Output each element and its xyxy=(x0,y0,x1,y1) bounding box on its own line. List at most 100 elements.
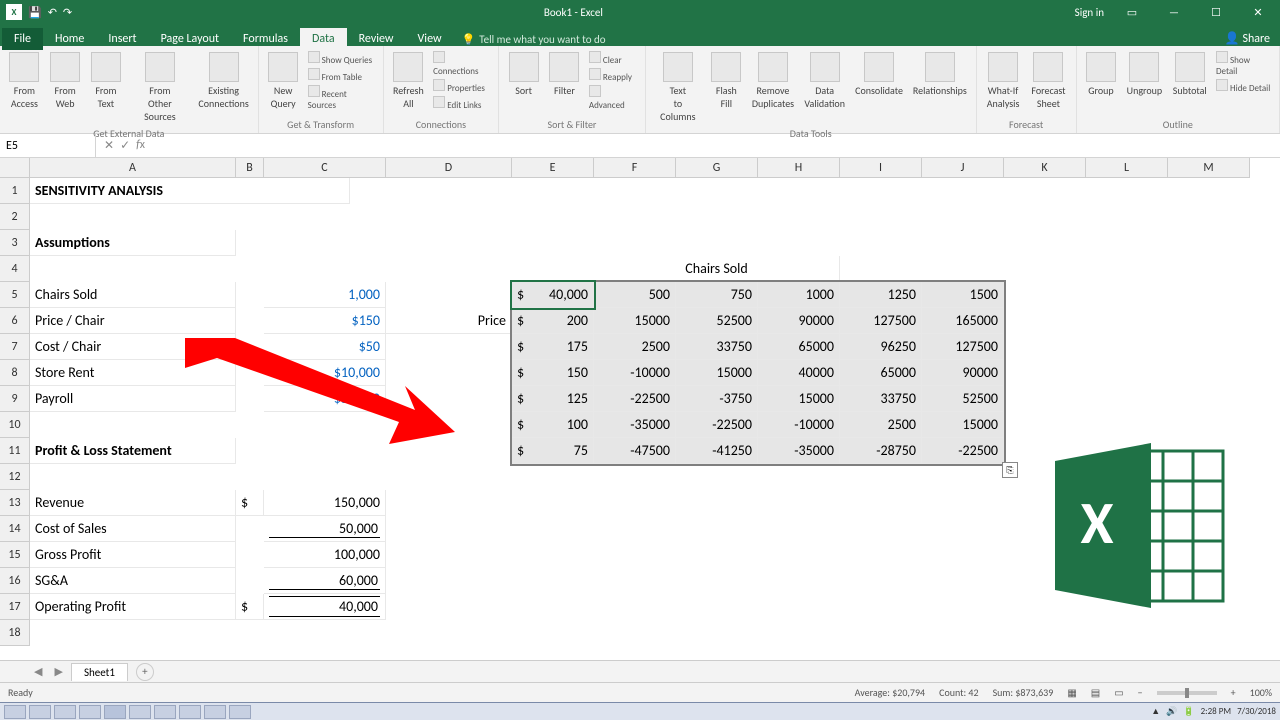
cell-G7[interactable]: 33750 xyxy=(676,334,758,360)
view-normal-icon[interactable]: ▦ xyxy=(1067,686,1076,699)
taskbar-app[interactable] xyxy=(29,705,51,719)
cell-G10[interactable]: -22500 xyxy=(676,412,758,438)
taskbar-app[interactable] xyxy=(154,705,176,719)
cell-A16[interactable]: SG&A xyxy=(30,568,236,594)
cell-I8[interactable]: 65000 xyxy=(840,360,922,386)
cell-H10[interactable]: -10000 xyxy=(758,412,840,438)
cell-A13[interactable]: Revenue xyxy=(30,490,236,516)
cell-I7[interactable]: 96250 xyxy=(840,334,922,360)
zoom-in-button[interactable]: + xyxy=(1231,686,1236,699)
row-header-4[interactable]: 4 xyxy=(0,256,30,282)
sheet-tab[interactable]: Sheet1 xyxy=(71,663,128,681)
cell-I9[interactable]: 33750 xyxy=(840,386,922,412)
row-header-5[interactable]: 5 xyxy=(0,282,30,308)
ribbon-btn-new-query[interactable]: NewQuery xyxy=(265,50,302,112)
row-header-9[interactable]: 9 xyxy=(0,386,30,412)
sheet-nav-prev[interactable]: ◀ xyxy=(30,665,46,678)
cell-C17[interactable]: 40,000 xyxy=(264,594,386,620)
cell-E5[interactable]: $40,000 xyxy=(512,282,594,308)
ribbon-btn-consolidate[interactable]: Consolidate xyxy=(852,50,906,99)
ribbon-small-connections[interactable]: Connections xyxy=(431,50,492,78)
cell-I5[interactable]: 1250 xyxy=(840,282,922,308)
ribbon-small-recent-sources[interactable]: Recent Sources xyxy=(306,84,377,112)
cell-G11[interactable]: -41250 xyxy=(676,438,758,464)
col-header-J[interactable]: J xyxy=(922,158,1004,178)
ribbon-btn-relationships[interactable]: Relationships xyxy=(910,50,970,99)
row-header-8[interactable]: 8 xyxy=(0,360,30,386)
row-header-2[interactable]: 2 xyxy=(0,204,30,230)
cell-B13[interactable]: $ xyxy=(236,490,264,516)
sheet-nav-next[interactable]: ▶ xyxy=(50,665,66,678)
ribbon-small-reapply[interactable]: Reapply xyxy=(587,67,639,84)
new-sheet-button[interactable]: + xyxy=(136,663,154,681)
cell-J5[interactable]: 1500 xyxy=(922,282,1004,308)
name-box[interactable]: E5 xyxy=(0,134,96,157)
cell-A3[interactable]: Assumptions xyxy=(30,230,236,256)
col-header-A[interactable]: A xyxy=(30,158,236,178)
cell-G8[interactable]: 15000 xyxy=(676,360,758,386)
taskbar-excel[interactable] xyxy=(104,705,126,719)
cell-F10[interactable]: -35000 xyxy=(594,412,676,438)
row-header-12[interactable]: 12 xyxy=(0,464,30,490)
cell-G5[interactable]: 750 xyxy=(676,282,758,308)
ribbon-btn-subtotal[interactable]: Subtotal xyxy=(1169,50,1210,99)
col-header-L[interactable]: L xyxy=(1086,158,1168,178)
taskbar-app[interactable] xyxy=(179,705,201,719)
ribbon-btn-group[interactable]: Group xyxy=(1083,50,1120,99)
cell-A7[interactable]: Cost / Chair xyxy=(30,334,236,360)
ribbon-small-hide-detail[interactable]: Hide Detail xyxy=(1214,78,1273,95)
cell-J8[interactable]: 90000 xyxy=(922,360,1004,386)
col-header-F[interactable]: F xyxy=(594,158,676,178)
cell-C15[interactable]: 100,000 xyxy=(264,542,386,568)
qat-save-icon[interactable]: 💾 xyxy=(28,6,42,19)
cell-C5[interactable]: 1,000 xyxy=(264,282,386,308)
ribbon-small-from-table[interactable]: From Table xyxy=(306,67,377,84)
cell-F7[interactable]: 2500 xyxy=(594,334,676,360)
col-header-M[interactable]: M xyxy=(1168,158,1250,178)
col-header-E[interactable]: E xyxy=(512,158,594,178)
signin-link[interactable]: Sign in xyxy=(1075,6,1104,19)
cell-A6[interactable]: Price / Chair xyxy=(30,308,236,334)
col-header-B[interactable]: B xyxy=(236,158,264,178)
close-button[interactable]: ✕ xyxy=(1244,6,1272,19)
cell-A17[interactable]: Operating Profit xyxy=(30,594,236,620)
ribbon-btn-existing-connections[interactable]: ExistingConnections xyxy=(195,50,251,112)
ribbon-btn-sort[interactable]: Sort xyxy=(505,50,542,99)
cell-A9[interactable]: Payroll xyxy=(30,386,236,412)
tell-me-search[interactable]: 💡 Tell me what you want to do xyxy=(462,33,606,46)
col-header-K[interactable]: K xyxy=(1004,158,1086,178)
cell-A11[interactable]: Profit & Loss Statement xyxy=(30,438,236,464)
ribbon-btn-flash-fill[interactable]: FlashFill xyxy=(708,50,745,112)
select-all-corner[interactable] xyxy=(0,158,30,178)
ribbon-btn-filter[interactable]: Filter xyxy=(546,50,583,99)
row-header-16[interactable]: 16 xyxy=(0,568,30,594)
cell-A14[interactable]: Cost of Sales xyxy=(30,516,236,542)
cell-D6[interactable]: Price xyxy=(386,308,512,334)
cell-B17[interactable]: $ xyxy=(236,594,264,620)
cell-F5[interactable]: 500 xyxy=(594,282,676,308)
cell-E10[interactable]: $100 xyxy=(512,412,594,438)
cell-C9[interactable]: $50,000 xyxy=(264,386,386,412)
share-button[interactable]: 👤 Share xyxy=(1225,31,1280,46)
taskbar-app[interactable] xyxy=(54,705,76,719)
row-header-13[interactable]: 13 xyxy=(0,490,30,516)
cell-H8[interactable]: 40000 xyxy=(758,360,840,386)
cell-G9[interactable]: -3750 xyxy=(676,386,758,412)
view-pagebreak-icon[interactable]: ▭ xyxy=(1114,686,1123,699)
ribbon-btn-refresh-all[interactable]: RefreshAll xyxy=(390,50,428,112)
cell-A1[interactable]: SENSITIVITY ANALYSIS xyxy=(30,178,350,204)
zoom-level[interactable]: 100% xyxy=(1250,686,1272,699)
fill-handle-icon[interactable]: ⎘ xyxy=(1002,462,1018,478)
view-layout-icon[interactable]: ▤ xyxy=(1091,686,1100,699)
ribbon-btn-from-web[interactable]: FromWeb xyxy=(47,50,84,112)
spreadsheet-grid[interactable]: ABCDEFGHIJKLM 12345678910111213141516171… xyxy=(0,158,1280,660)
tray-icon[interactable]: ▲ xyxy=(1151,706,1160,717)
row-header-10[interactable]: 10 xyxy=(0,412,30,438)
col-header-G[interactable]: G xyxy=(676,158,758,178)
row-header-1[interactable]: 1 xyxy=(0,178,30,204)
cell-F8[interactable]: -10000 xyxy=(594,360,676,386)
cell-H11[interactable]: -35000 xyxy=(758,438,840,464)
cell-C6[interactable]: $150 xyxy=(264,308,386,334)
ribbon-btn-text-to-columns[interactable]: Textto Columns xyxy=(652,50,704,125)
ribbon-btn-data-validation[interactable]: DataValidation xyxy=(801,50,848,112)
